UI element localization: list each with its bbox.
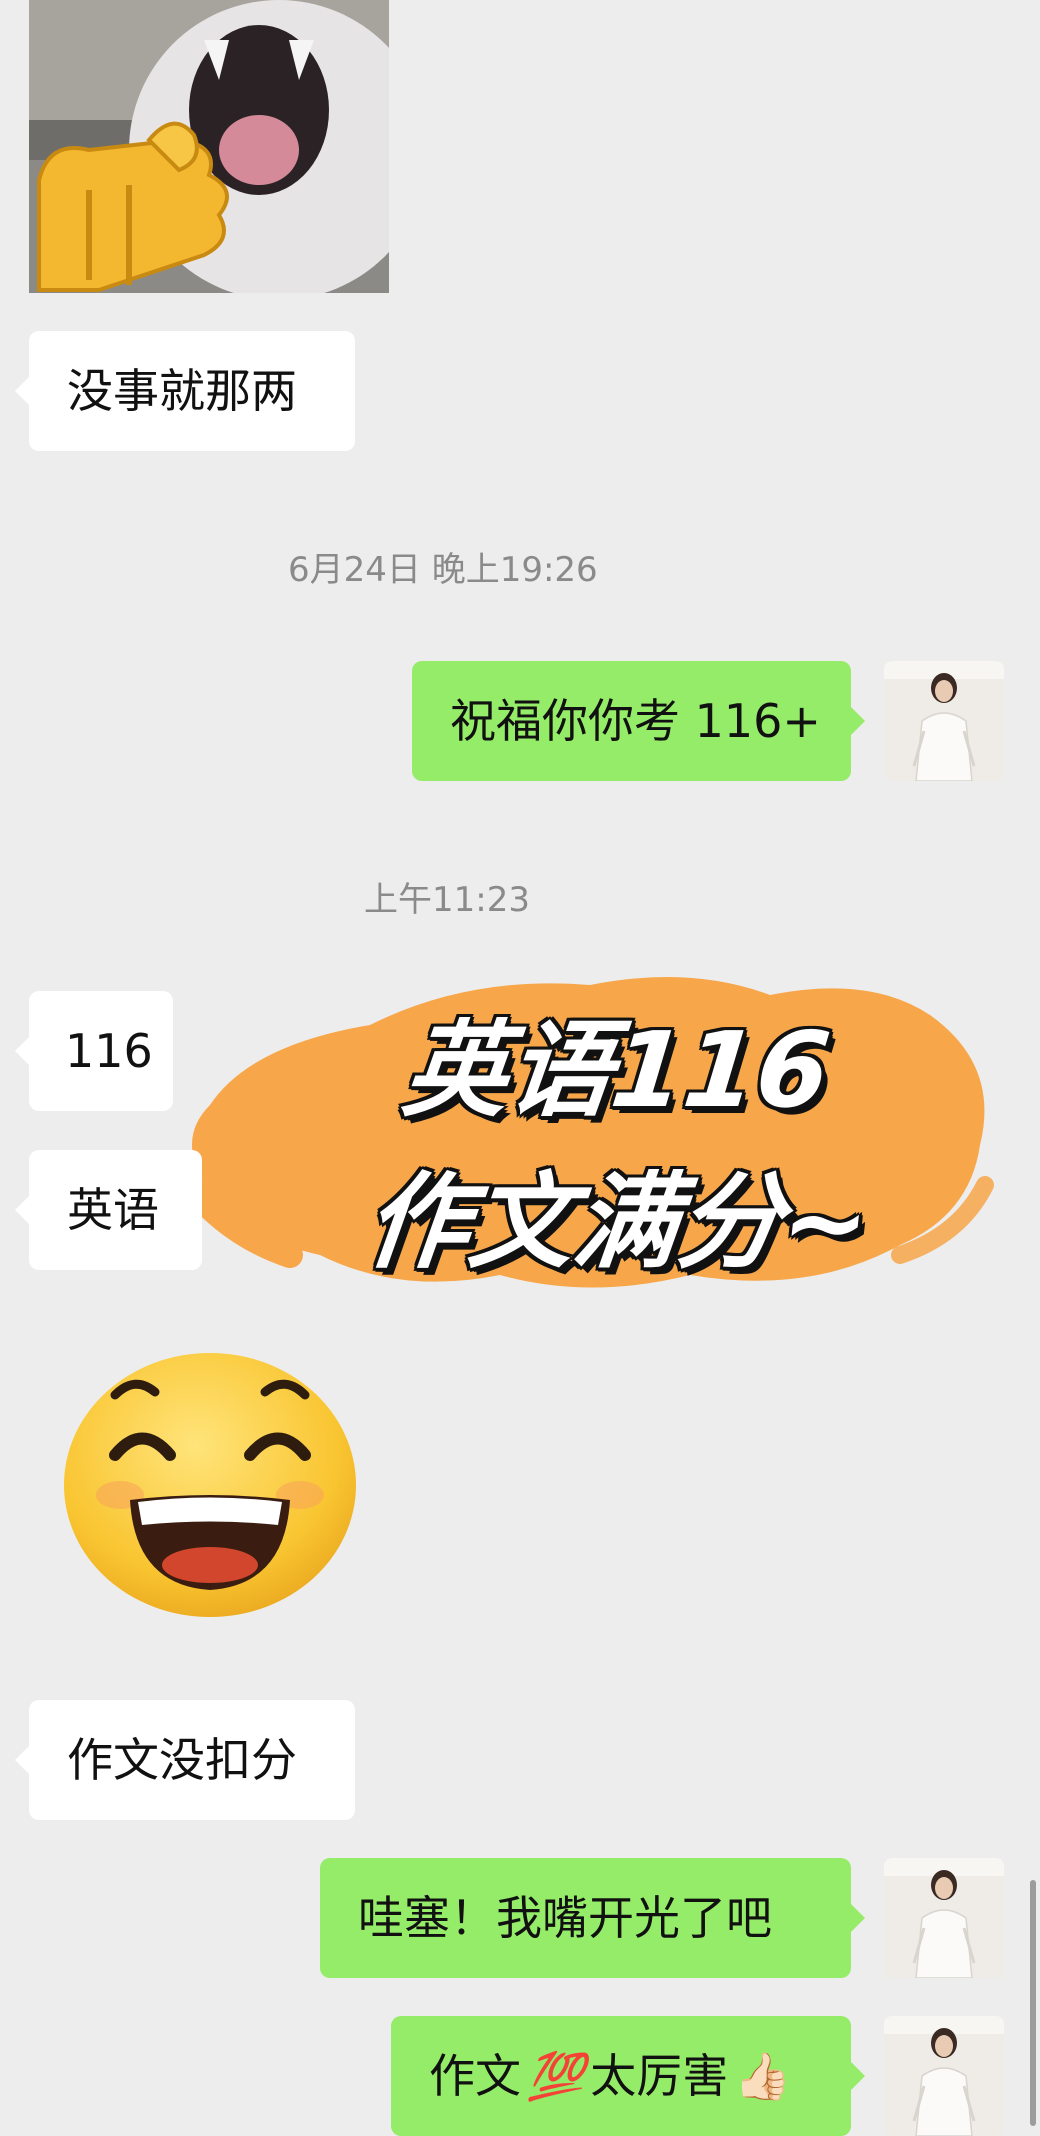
message-text: 哇塞！我嘴开光了吧 bbox=[358, 1891, 772, 1945]
thumbs-up-icon: 👍🏻 bbox=[734, 2049, 792, 2103]
overlay-caption-line1: 英语116 bbox=[397, 1009, 836, 1131]
user-avatar[interactable] bbox=[884, 1858, 1004, 1978]
outgoing-message[interactable]: 祝福你你考 116+ bbox=[412, 661, 865, 781]
timestamp: 上午11:23 bbox=[364, 880, 530, 920]
user-avatar[interactable] bbox=[884, 2016, 1004, 2136]
message-text: 祝福你你考 116+ bbox=[450, 694, 821, 748]
user-avatar[interactable] bbox=[884, 661, 1004, 781]
hundred-points-icon: 💯 bbox=[527, 2049, 585, 2103]
message-text: 作文 bbox=[429, 2049, 521, 2103]
grinning-face-sticker-icon bbox=[64, 1353, 356, 1617]
timestamp: 6月24日 晚上19:26 bbox=[288, 550, 598, 590]
incoming-message[interactable]: 116 bbox=[15, 991, 173, 1111]
overlay-caption-line2: 作文满分~ bbox=[359, 1161, 876, 1283]
smile-sticker-image[interactable] bbox=[60, 1350, 360, 1620]
woman-in-white-avatar-icon bbox=[884, 1858, 1004, 1978]
woman-in-white-avatar-icon bbox=[884, 2016, 1004, 2136]
outgoing-message[interactable]: 哇塞！我嘴开光了吧 bbox=[320, 1858, 865, 1978]
cat-with-thumb-sticker-icon bbox=[29, 0, 389, 293]
outgoing-message[interactable]: 作文 💯 太厉害 👍🏻 bbox=[391, 2016, 865, 2136]
message-text: 英语 bbox=[67, 1183, 159, 1237]
cat-sticker-image[interactable] bbox=[29, 0, 389, 293]
incoming-message[interactable]: 没事就那两 bbox=[15, 331, 355, 451]
message-text: 116 bbox=[65, 1024, 153, 1078]
incoming-message[interactable]: 作文没扣分 bbox=[15, 1700, 355, 1820]
message-text: 太厉害 bbox=[590, 2049, 729, 2103]
scrollbar[interactable] bbox=[1030, 1880, 1036, 2126]
woman-in-white-avatar-icon bbox=[884, 661, 1004, 781]
incoming-message[interactable]: 英语 bbox=[15, 1150, 202, 1270]
message-text: 没事就那两 bbox=[67, 364, 297, 418]
message-text: 作文没扣分 bbox=[67, 1733, 297, 1787]
